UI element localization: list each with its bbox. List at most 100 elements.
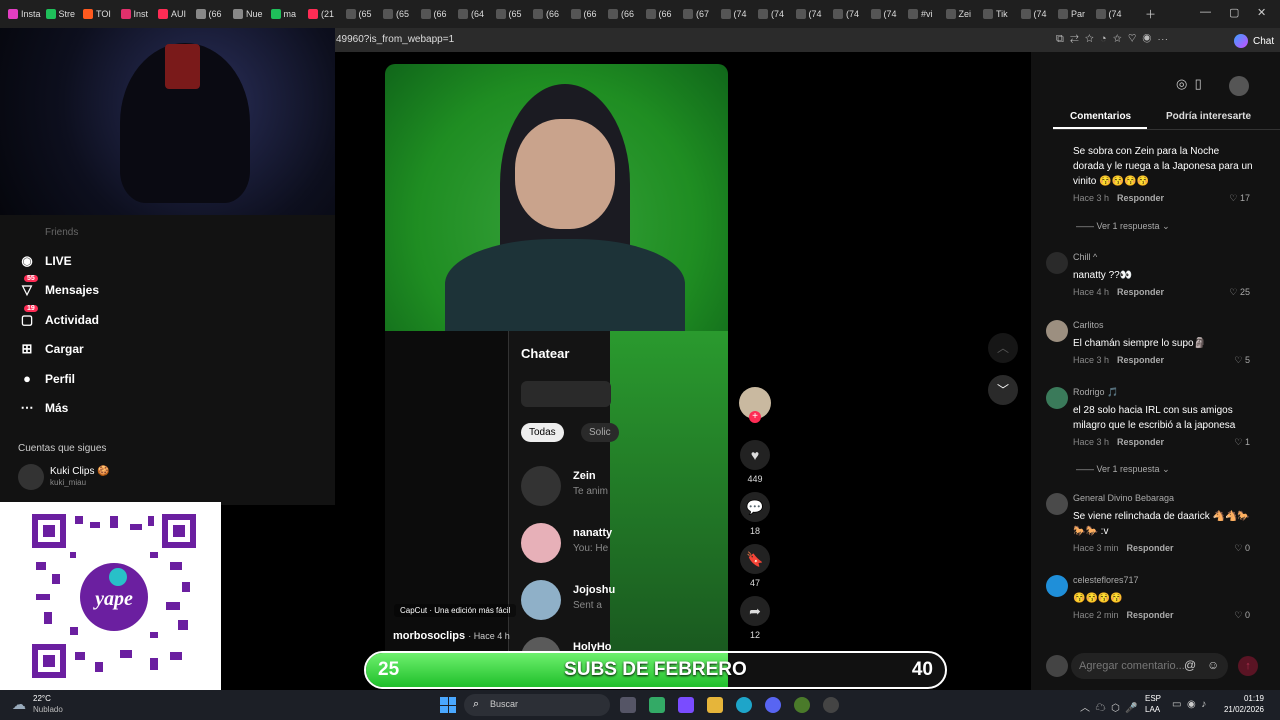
sidebar-item-live[interactable]: ◉ LIVE — [18, 252, 71, 270]
chat-avatar[interactable] — [521, 466, 561, 506]
comment-author[interactable]: Chill ^ — [1073, 252, 1097, 262]
send-icon[interactable]: ↑ — [1238, 656, 1258, 676]
browser-tab[interactable]: TOI — [83, 6, 117, 22]
browser-tab[interactable]: (67 — [683, 6, 717, 22]
comment-avatar[interactable] — [1046, 252, 1068, 274]
maximize-icon[interactable]: ▢ — [1229, 6, 1239, 19]
browser-tab[interactable]: (21 — [308, 6, 342, 22]
url-text[interactable]: 49960?is_from_webapp=1 — [336, 34, 454, 45]
sidebar-item-actividad[interactable]: ▢ 19 Actividad — [18, 304, 99, 329]
chat-avatar[interactable] — [521, 580, 561, 620]
copilot-chat-button[interactable]: Chat — [1234, 34, 1274, 48]
comment-input[interactable]: Agregar comentario... @ ☺ — [1071, 653, 1228, 679]
reply-button[interactable]: Responder — [1117, 437, 1164, 447]
reply-button[interactable]: Responder — [1117, 355, 1164, 365]
comment-like-button[interactable]: ♡ 0 — [1234, 543, 1250, 554]
browser-tab[interactable]: Tik — [983, 6, 1017, 22]
sidebar-item-mensajes[interactable]: ▽ 55 Mensajes — [18, 275, 99, 299]
comment-button[interactable]: 💬 18 — [738, 492, 772, 536]
browser-tab[interactable]: (74 — [833, 6, 867, 22]
browser-tab[interactable]: (66 — [533, 6, 567, 22]
mention-icon[interactable]: @ — [1184, 658, 1196, 672]
emoji-icon[interactable]: ☺ — [1207, 658, 1219, 672]
chat-name[interactable]: nanatty — [573, 527, 612, 539]
comment-author[interactable]: General Divino Bebaraga — [1073, 493, 1174, 503]
copilot-app-icon[interactable] — [678, 697, 694, 713]
browser-tab[interactable]: (74 — [720, 6, 755, 22]
comment-author[interactable]: Carlitos — [1073, 320, 1104, 330]
toolbar-icons[interactable]: ⧉ ⇄ ☆ ◔ ✩ ♡ ◉ ⋯ — [1056, 33, 1168, 46]
browser-tab[interactable]: (74 — [795, 6, 830, 22]
tray-icons[interactable]: ︿ ☁ ⬡ 🎤 — [1080, 699, 1138, 714]
browser-tab[interactable]: Stre — [45, 6, 80, 22]
browser-tab[interactable]: (66 — [608, 6, 642, 22]
close-window-icon[interactable]: ✕ — [1257, 6, 1266, 19]
following-name[interactable]: Kuki Clips 🍪 — [50, 466, 110, 477]
browser-tab[interactable]: (65 — [345, 6, 380, 22]
tab-interest[interactable]: Podría interesarte — [1166, 111, 1251, 122]
user-avatar[interactable] — [1229, 76, 1249, 96]
comment-like-button[interactable]: ♡ 25 — [1229, 287, 1250, 298]
sidebar-item-más[interactable]: ⋯ Más — [18, 399, 69, 417]
browser-tab[interactable]: Nue — [233, 6, 267, 22]
like-button[interactable]: ♥ 449 — [738, 440, 772, 484]
taskbar-search[interactable]: ⌕ Buscar — [464, 694, 610, 716]
author-name[interactable]: morbosoclips — [393, 630, 465, 642]
save-button[interactable]: 🔖 47 — [738, 544, 772, 588]
reply-button[interactable]: Responder — [1127, 610, 1174, 620]
browser-tab[interactable]: (65 — [383, 6, 417, 22]
comment-like-button[interactable]: ♡ 0 — [1234, 610, 1250, 621]
obs-icon[interactable] — [794, 697, 810, 713]
reply-button[interactable]: Responder — [1127, 543, 1174, 553]
new-tab-icon[interactable]: ＋ — [1145, 6, 1156, 22]
browser-tab[interactable]: (74 — [870, 6, 905, 22]
browser-tab[interactable]: (66 — [195, 6, 230, 22]
prev-video-icon[interactable]: ︿ — [988, 333, 1018, 363]
comment-avatar[interactable] — [1046, 387, 1068, 409]
browser-tab[interactable]: (64 — [458, 6, 492, 22]
file-explorer-icon[interactable] — [707, 697, 723, 713]
browser-tab[interactable]: ma — [270, 6, 305, 22]
tab-comments[interactable]: Comentarios — [1070, 111, 1131, 122]
browser-tab[interactable]: Insta — [8, 6, 42, 22]
windows-start-icon[interactable] — [440, 697, 456, 713]
browser-tab[interactable]: (66 — [420, 6, 455, 22]
chat-search[interactable] — [521, 381, 611, 407]
comment-avatar[interactable] — [1046, 320, 1068, 342]
friends-label[interactable]: Friends — [45, 227, 78, 238]
header-icons[interactable]: ◎ ▯ — [1176, 76, 1209, 92]
browser-tab[interactable]: AUI — [158, 6, 192, 22]
comment-like-button[interactable]: ♡ 1 — [1234, 437, 1250, 448]
view-replies-button[interactable]: —— Ver 1 respuesta ⌄ — [1076, 464, 1170, 475]
reply-button[interactable]: Responder — [1117, 193, 1164, 203]
follow-plus-icon[interactable]: + — [749, 411, 761, 423]
reply-button[interactable]: Responder — [1117, 287, 1164, 297]
browser-tab[interactable]: #vi — [908, 6, 942, 22]
comment-like-button[interactable]: ♡ 17 — [1229, 193, 1250, 204]
share-button[interactable]: ➦ 12 — [738, 596, 772, 640]
minimize-icon[interactable]: — — [1200, 6, 1211, 18]
view-replies-button[interactable]: —— Ver 1 respuesta ⌄ — [1076, 221, 1170, 232]
browser-tab[interactable]: (66 — [570, 6, 605, 22]
comment-author[interactable]: Rodrigo 🎵 — [1073, 387, 1118, 398]
chat-name[interactable]: Jojoshu — [573, 584, 615, 596]
next-video-icon[interactable]: ﹀ — [988, 375, 1018, 405]
sidebar-item-cargar[interactable]: ⊞ Cargar — [18, 340, 84, 358]
browser-tab[interactable]: Zei — [945, 6, 980, 22]
comment-avatar[interactable] — [1046, 493, 1068, 515]
browser-tab[interactable]: (66 — [645, 6, 680, 22]
video-player[interactable] — [385, 64, 728, 331]
capcut-label[interactable]: CapCut · Una edición más fácil — [394, 604, 517, 617]
browser-tab[interactable]: (74 — [1095, 6, 1130, 22]
browser-tab[interactable]: Inst — [120, 6, 155, 22]
weather-temp[interactable]: 22°C — [33, 694, 51, 703]
browser-tab[interactable]: Par — [1058, 6, 1092, 22]
browser-tab[interactable]: (74 — [758, 6, 792, 22]
lang-indicator[interactable]: ESP — [1145, 694, 1161, 703]
browser-tab[interactable]: (65 — [495, 6, 530, 22]
edge-icon[interactable] — [736, 697, 752, 713]
video-author[interactable]: morbosoclips · Hace 4 h — [393, 630, 510, 642]
clock-time[interactable]: 01:19 — [1224, 694, 1264, 703]
filter-all[interactable]: Todas — [521, 423, 564, 442]
filter-requests[interactable]: Solic — [581, 423, 619, 442]
